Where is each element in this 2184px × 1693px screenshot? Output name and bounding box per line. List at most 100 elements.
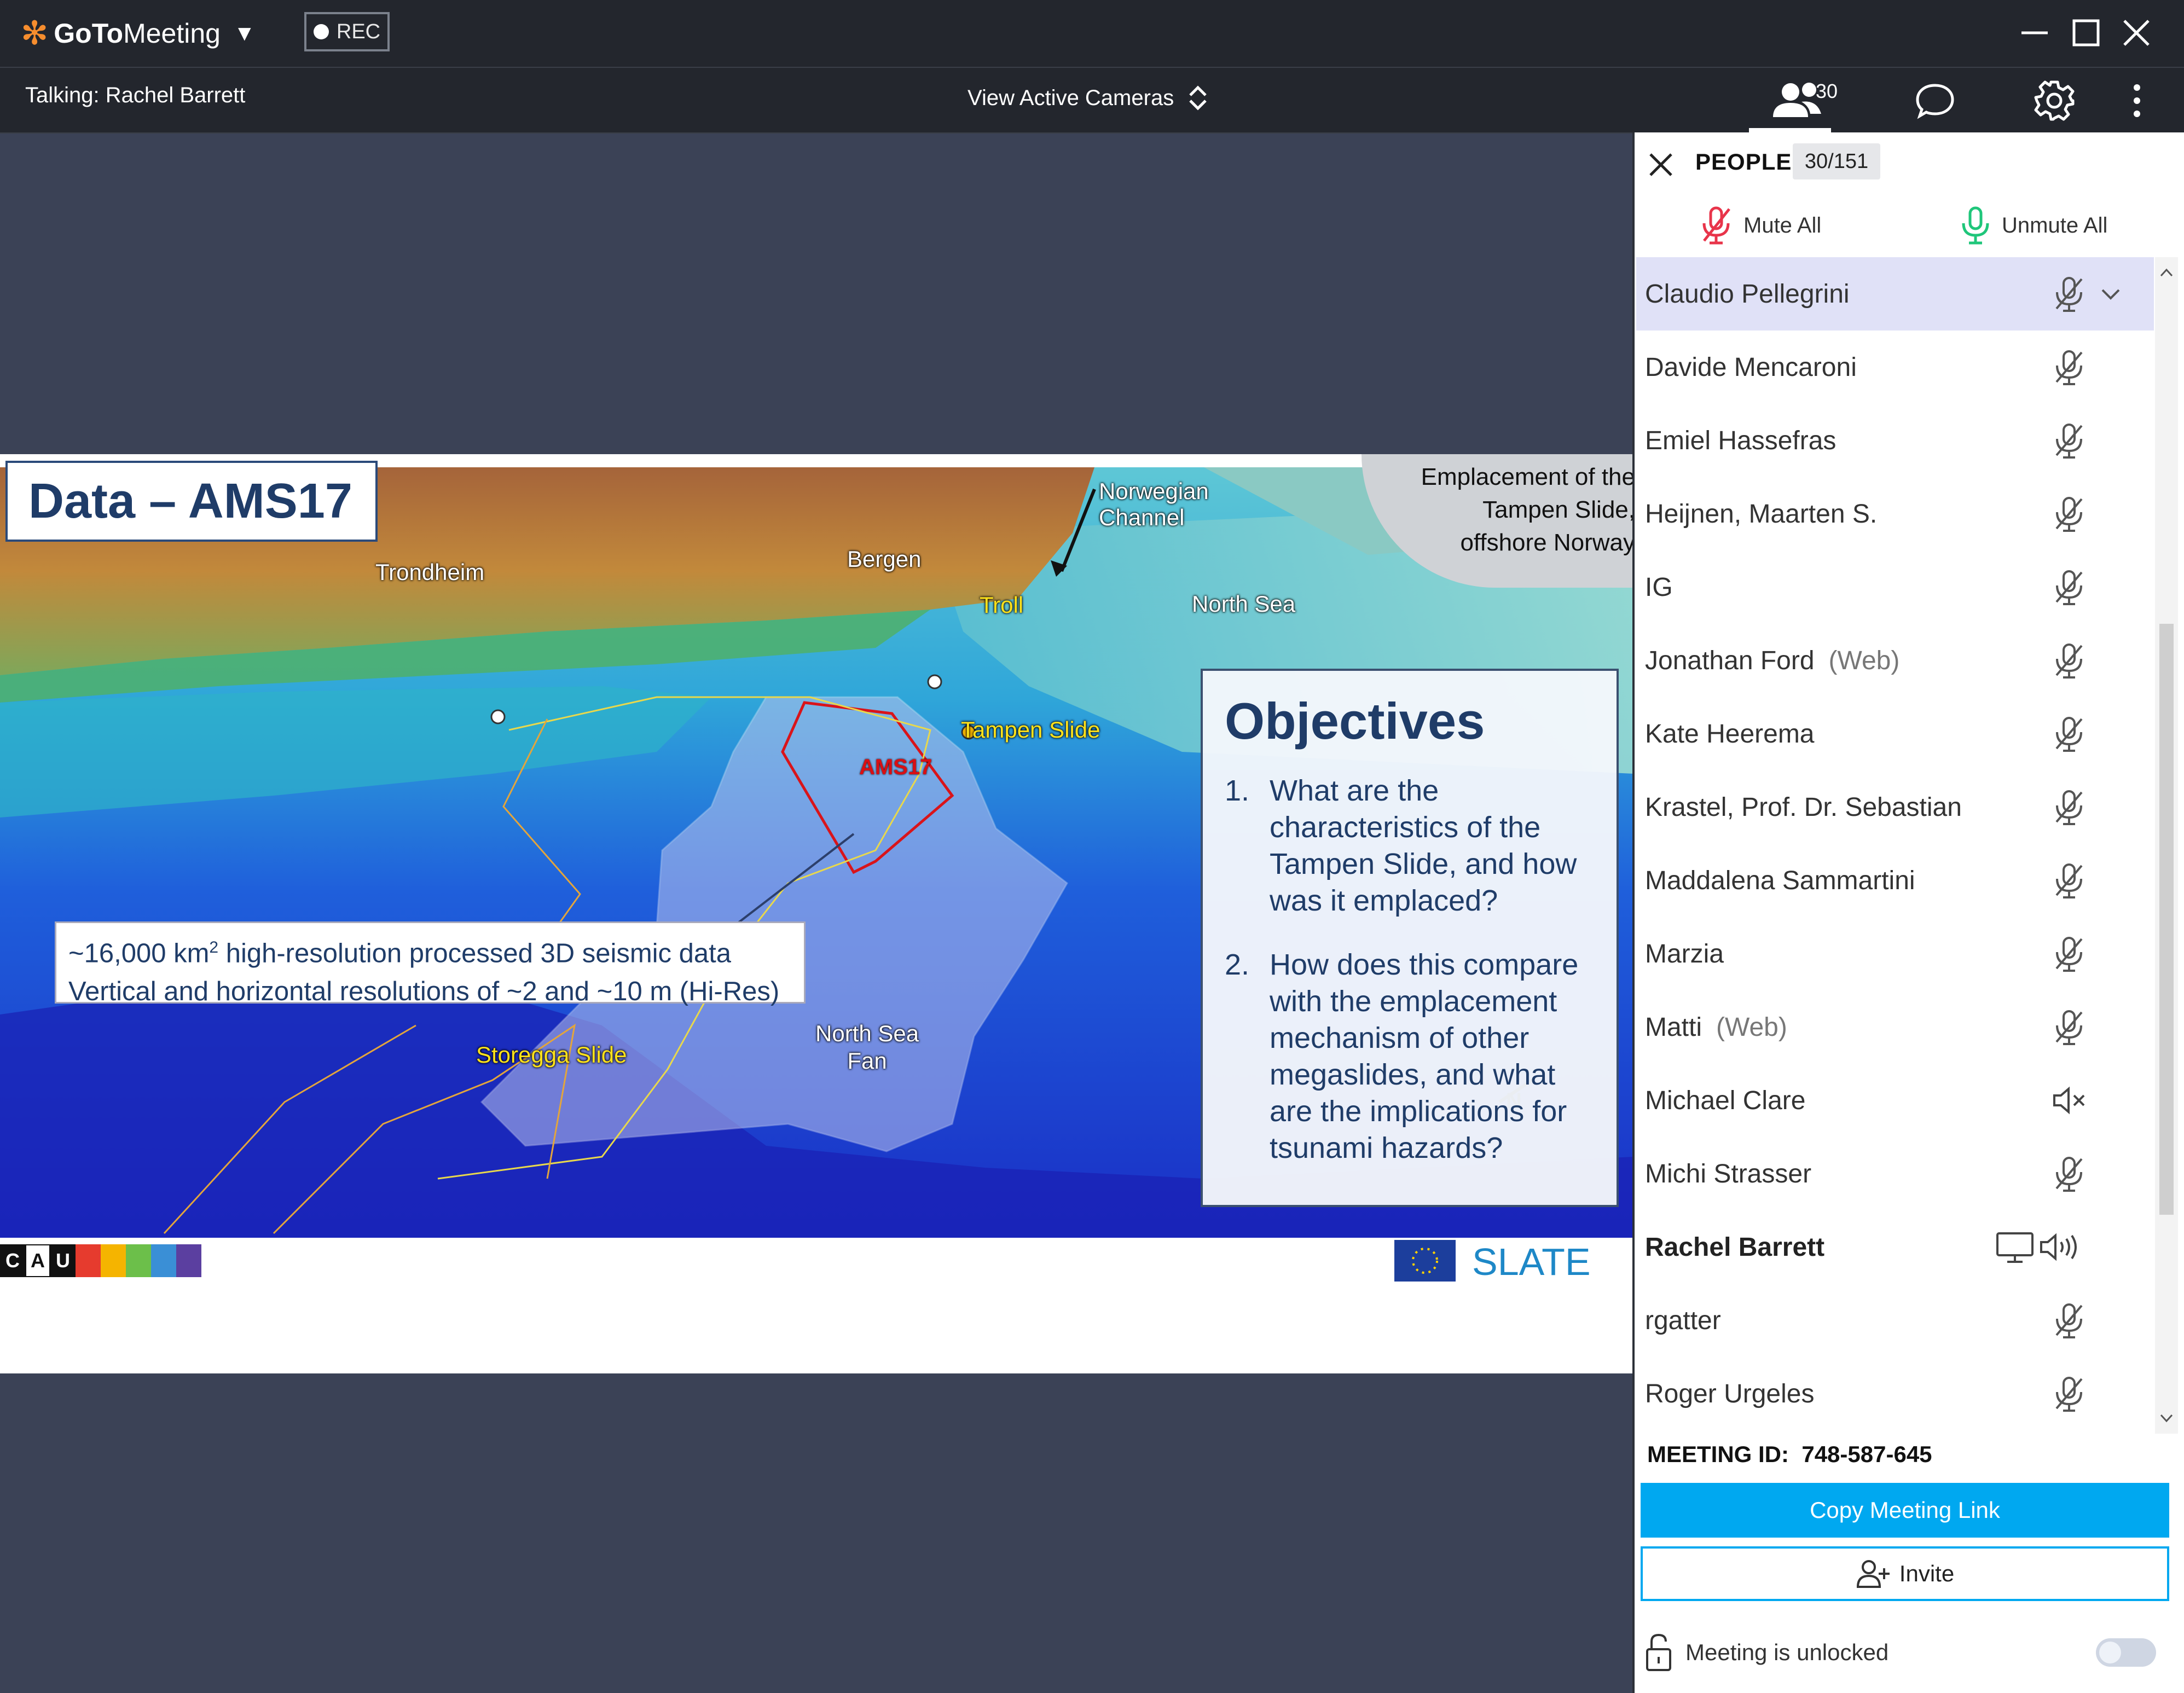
participant-name: Rachel Barrett — [1645, 1232, 1825, 1262]
label-north-sea-fan: North Sea Fan — [815, 1021, 919, 1074]
invite-button[interactable]: Invite — [1641, 1546, 2169, 1601]
mic-muted-icon[interactable] — [2050, 861, 2088, 900]
participant-name: IG — [1645, 572, 1673, 602]
participant-row[interactable]: Heijnen, Maarten S. — [1636, 477, 2154, 550]
meeting-id-value: 748-587-645 — [1801, 1441, 1932, 1467]
mic-muted-icon[interactable] — [2050, 1008, 2088, 1046]
objectives-heading: Objectives — [1225, 692, 1485, 750]
seismic-line-2: Vertical and horizontal resolutions of ~… — [68, 977, 780, 1007]
unmute-all-label: Unmute All — [2002, 213, 2108, 237]
participant-name: Maddalena Sammartini — [1645, 866, 1915, 895]
shared-screen-slide: Data – AMS17 Emplacement of the Tampen S… — [0, 454, 1633, 1373]
participant-row[interactable]: Jonathan Ford (Web) — [1636, 624, 2154, 697]
chat-icon[interactable] — [1913, 79, 1957, 123]
participant-name: Krastel, Prof. Dr. Sebastian — [1645, 792, 1962, 822]
mic-muted-icon[interactable] — [2050, 275, 2088, 313]
toggle-knob — [2099, 1642, 2121, 1663]
label-storegga-slide: Storegga Slide — [476, 1042, 627, 1068]
mic-muted-icon[interactable] — [2050, 935, 2088, 973]
invite-label: Invite — [1899, 1561, 1955, 1586]
record-button[interactable]: REC — [304, 12, 390, 51]
participant-name: Matti (Web) — [1645, 1012, 1787, 1042]
mute-all-button[interactable]: Mute All — [1700, 202, 1821, 248]
mic-muted-icon[interactable] — [2050, 348, 2088, 386]
participant-row[interactable]: Emiel Hassefras — [1636, 404, 2154, 477]
mic-muted-icon[interactable] — [2050, 788, 2088, 826]
mic-muted-icon[interactable] — [2050, 495, 2088, 533]
scroll-up-icon[interactable] — [2159, 267, 2174, 278]
mic-muted-icon[interactable] — [2050, 1155, 2088, 1193]
participant-name: Roger Urgeles — [1645, 1379, 1815, 1408]
label-bergen: Bergen — [847, 546, 922, 572]
people-count-badge: 30 — [1816, 80, 1838, 102]
participant-row[interactable]: Claudio Pellegrini — [1636, 257, 2154, 331]
seismic-line-1: ~16,000 km2 high-resolution processed 3D… — [68, 938, 732, 969]
mic-muted-icon[interactable] — [2050, 641, 2088, 680]
people-panel-title: PEOPLE — [1695, 149, 1792, 175]
participant-web-tag: (Web) — [1716, 1012, 1787, 1042]
mic-muted-icon[interactable] — [2050, 421, 2088, 460]
minimize-icon[interactable] — [2017, 15, 2052, 50]
participant-row[interactable]: IG — [1636, 550, 2154, 624]
participant-name: Michi Strasser — [1645, 1159, 1812, 1188]
objective-item: 1. What are the characteristics of the T… — [1225, 774, 1577, 917]
participant-row[interactable]: Davide Mencaroni — [1636, 331, 2154, 404]
participant-row[interactable]: Marzia — [1636, 917, 2154, 990]
app-brand: GoToMeeting — [54, 18, 221, 49]
meeting-lock-toggle[interactable] — [2096, 1638, 2156, 1667]
more-options-icon[interactable] — [2129, 79, 2145, 123]
participant-row[interactable]: Michi Strasser — [1636, 1137, 2154, 1210]
scrollbar-thumb[interactable] — [2159, 624, 2174, 1215]
unmute-all-button[interactable]: Unmute All — [1960, 202, 2107, 248]
scroll-down-icon[interactable] — [2159, 1413, 2174, 1424]
meeting-lock-status: Meeting is unlocked — [1645, 1631, 1888, 1674]
caret-down-icon: ▼ — [233, 21, 256, 45]
participant-row[interactable]: Kate Heerema — [1636, 697, 2154, 770]
presenting-speaking-icons — [1996, 1232, 2077, 1263]
seismic-data-callout: ~16,000 km2 high-resolution processed 3D… — [55, 921, 806, 1006]
participant-name: rgatter — [1645, 1306, 1721, 1335]
mic-muted-icon[interactable] — [2050, 1375, 2088, 1413]
slate-logo: SLATE — [1472, 1240, 1591, 1283]
maximize-icon[interactable] — [2069, 15, 2104, 50]
mic-muted-icon[interactable] — [2050, 715, 2088, 753]
chevron-down-icon[interactable] — [2096, 279, 2125, 309]
participant-row[interactable]: rgatter — [1636, 1284, 2154, 1357]
participant-row[interactable]: Rachel Barrett — [1636, 1210, 2154, 1284]
close-panel-icon[interactable] — [1646, 150, 1676, 179]
label-trondheim: Trondheim — [375, 559, 485, 585]
participant-row[interactable]: Roger Urgeles — [1636, 1357, 2154, 1430]
label-north-sea: North Sea — [1192, 591, 1296, 617]
lock-status-label: Meeting is unlocked — [1685, 1639, 1889, 1665]
slide-footer — [0, 1238, 1633, 1282]
participant-row[interactable]: Krastel, Prof. Dr. Sebastian — [1636, 770, 2154, 844]
mic-muted-icon[interactable] — [2050, 568, 2088, 606]
label-troll: Troll — [980, 592, 1024, 618]
eu-flag-logo — [1394, 1240, 1456, 1282]
participant-row[interactable]: Maddalena Sammartini — [1636, 844, 2154, 917]
talking-indicator: Talking: Rachel Barrett — [25, 83, 246, 107]
close-window-icon[interactable] — [2119, 15, 2154, 50]
participant-list: Claudio Pellegrini Davide Mencaroni Emiel … — [1636, 257, 2154, 1434]
app-menu-button[interactable]: ✻ GoToMeeting ▼ — [21, 15, 256, 51]
copy-meeting-link-button[interactable]: Copy Meeting Link — [1641, 1483, 2169, 1538]
meeting-id: MEETING ID: 748-587-645 — [1647, 1441, 1932, 1468]
sort-arrows-icon — [1189, 85, 1207, 111]
unlocked-padlock-icon — [1646, 1633, 1671, 1671]
speaker-muted-icon[interactable] — [2050, 1081, 2088, 1120]
participant-count-badge: 30/151 — [1793, 143, 1880, 179]
gotomeeting-logo-icon: ✻ — [21, 15, 49, 51]
label-tampen-slide: Tampen Slide — [961, 717, 1100, 743]
participant-name: Kate Heerema — [1645, 719, 1815, 749]
participant-name: Claudio Pellegrini — [1645, 279, 1850, 309]
add-person-icon — [1856, 1560, 1890, 1588]
participant-name: Heijnen, Maarten S. — [1645, 499, 1878, 529]
participant-name: Emiel Hassefras — [1645, 426, 1837, 455]
settings-gear-icon[interactable] — [2031, 78, 2077, 124]
view-active-cameras-button[interactable]: View Active Cameras — [968, 83, 1209, 113]
label-norwegian-channel: Norwegian Channel — [1099, 478, 1209, 530]
mic-muted-icon[interactable] — [2050, 1301, 2088, 1340]
emplacement-line: offshore Norway — [1460, 529, 1633, 556]
participant-row[interactable]: Michael Clare — [1636, 1064, 2154, 1137]
participant-row[interactable]: Matti (Web) — [1636, 990, 2154, 1064]
